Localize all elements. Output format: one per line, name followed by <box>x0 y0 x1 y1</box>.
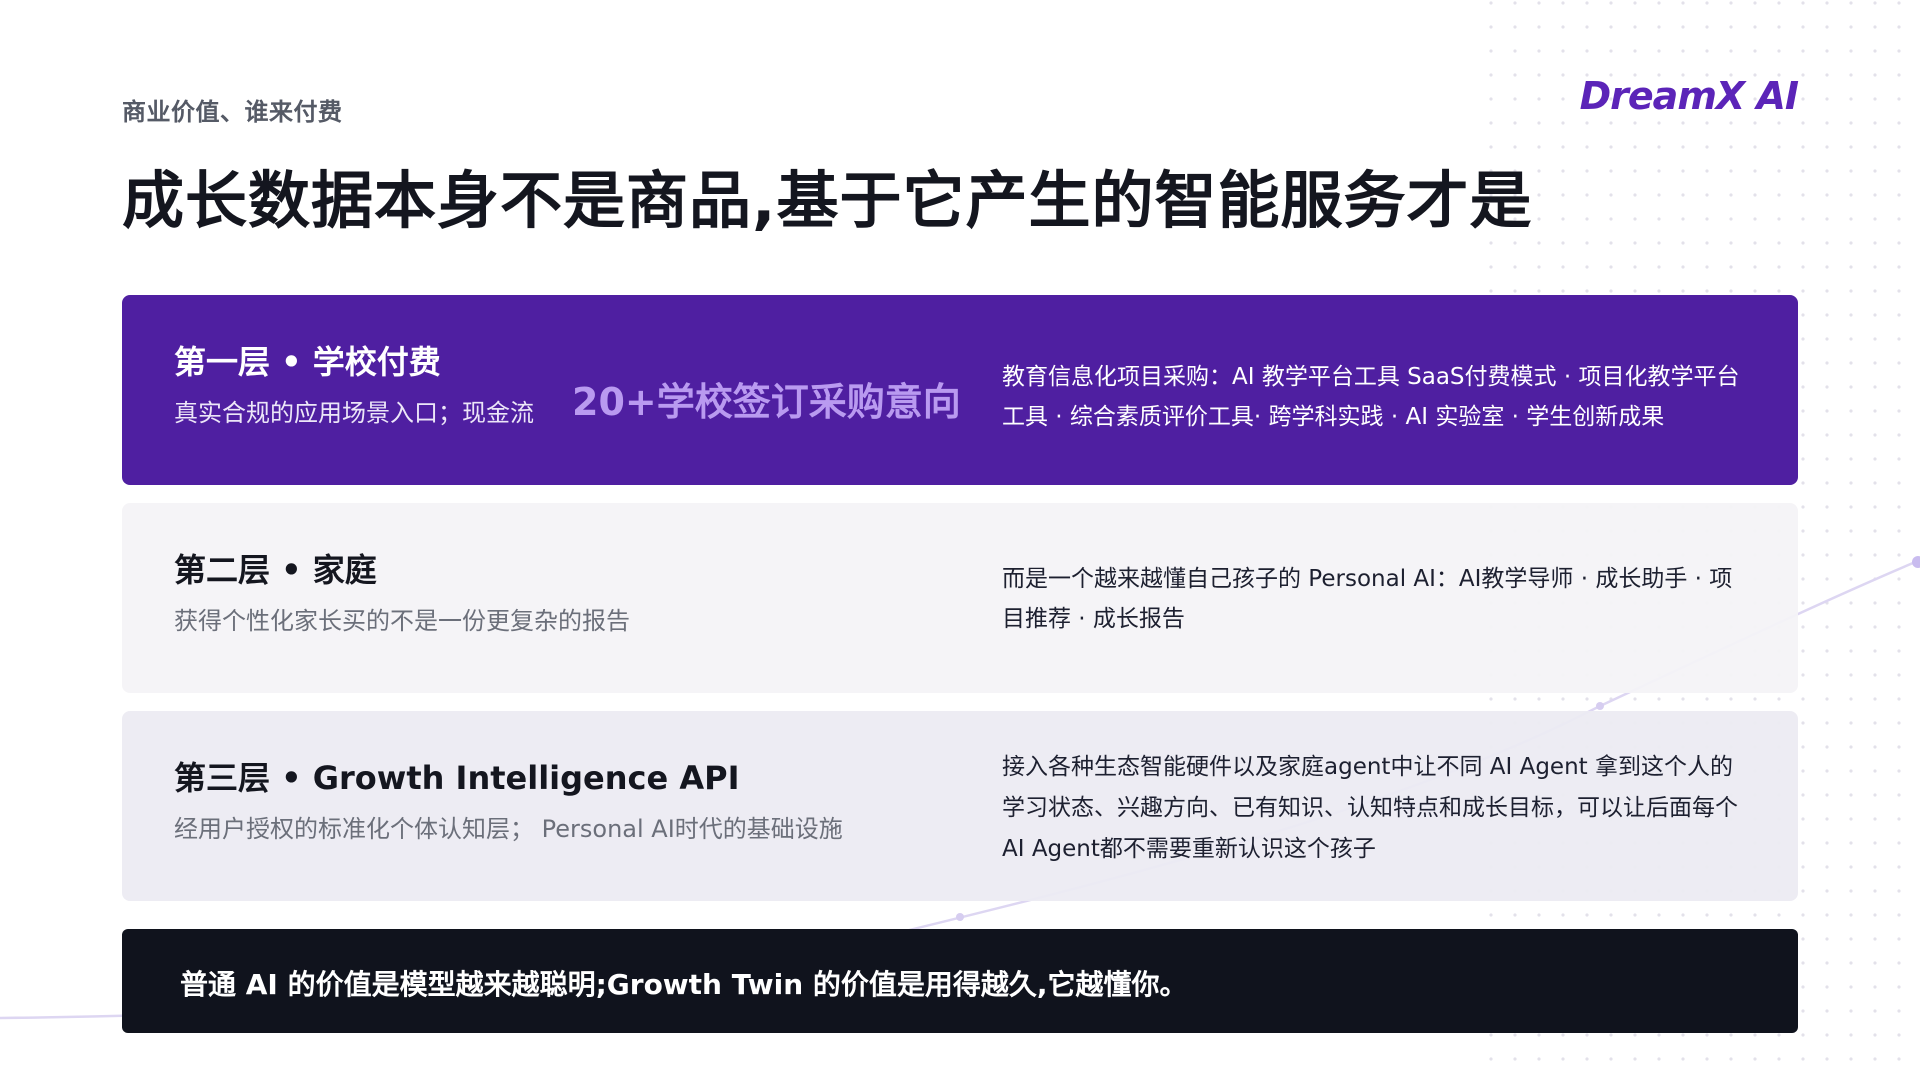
tier-subtitle: 真实合规的应用场景入口；现金流 <box>174 399 534 427</box>
curve-node <box>956 913 964 921</box>
page-title: 成长数据本身不是商品,基于它产生的智能服务才是 <box>122 164 1533 237</box>
tier-card-family: 第二层 • 家庭 获得个性化家长买的不是一份更复杂的报告 而是一个越来越懂自己孩… <box>122 503 1798 693</box>
slide: 商业价值、谁来付费 DreamX AI 成长数据本身不是商品,基于它产生的智能服… <box>0 0 1920 1080</box>
tier-card-school: 第一层 • 学校付费 真实合规的应用场景入口；现金流 20+学校签订采购意向 教… <box>122 295 1798 485</box>
tier-description: 接入各种生态智能硬件以及家庭agent中让不同 AI Agent 拿到这个人的学… <box>1002 754 1738 862</box>
tier-highlight-stat: 20+学校签订采购意向 <box>572 380 961 424</box>
conclusion-banner: 普通 AI 的价值是模型越来越聪明;Growth Twin 的价值是用得越久,它… <box>122 929 1798 1033</box>
section-eyebrow: 商业价值、谁来付费 <box>122 98 343 126</box>
tier-description: 而是一个越来越懂自己孩子的 Personal AI：AI教学导师 · 成长助手 … <box>1002 566 1733 632</box>
brand-logo: DreamX AI <box>1579 74 1799 118</box>
tier-title: 第三层 • Growth Intelligence API <box>174 759 740 797</box>
tier-subtitle: 获得个性化家长买的不是一份更复杂的报告 <box>174 607 630 635</box>
tier-description: 教育信息化项目采购：AI 教学平台工具 SaaS付费模式 · 项目化教学平台工具… <box>1002 364 1740 430</box>
tier-card-api: 第三层 • Growth Intelligence API 经用户授权的标准化个… <box>122 711 1798 901</box>
conclusion-text: 普通 AI 的价值是模型越来越聪明;Growth Twin 的价值是用得越久,它… <box>180 968 1188 1001</box>
tier-title: 第一层 • 学校付费 <box>174 343 441 381</box>
tier-subtitle: 经用户授权的标准化个体认知层； Personal AI时代的基础设施 <box>174 815 843 843</box>
curve-node <box>1596 702 1604 710</box>
tier-title: 第二层 • 家庭 <box>174 551 377 589</box>
